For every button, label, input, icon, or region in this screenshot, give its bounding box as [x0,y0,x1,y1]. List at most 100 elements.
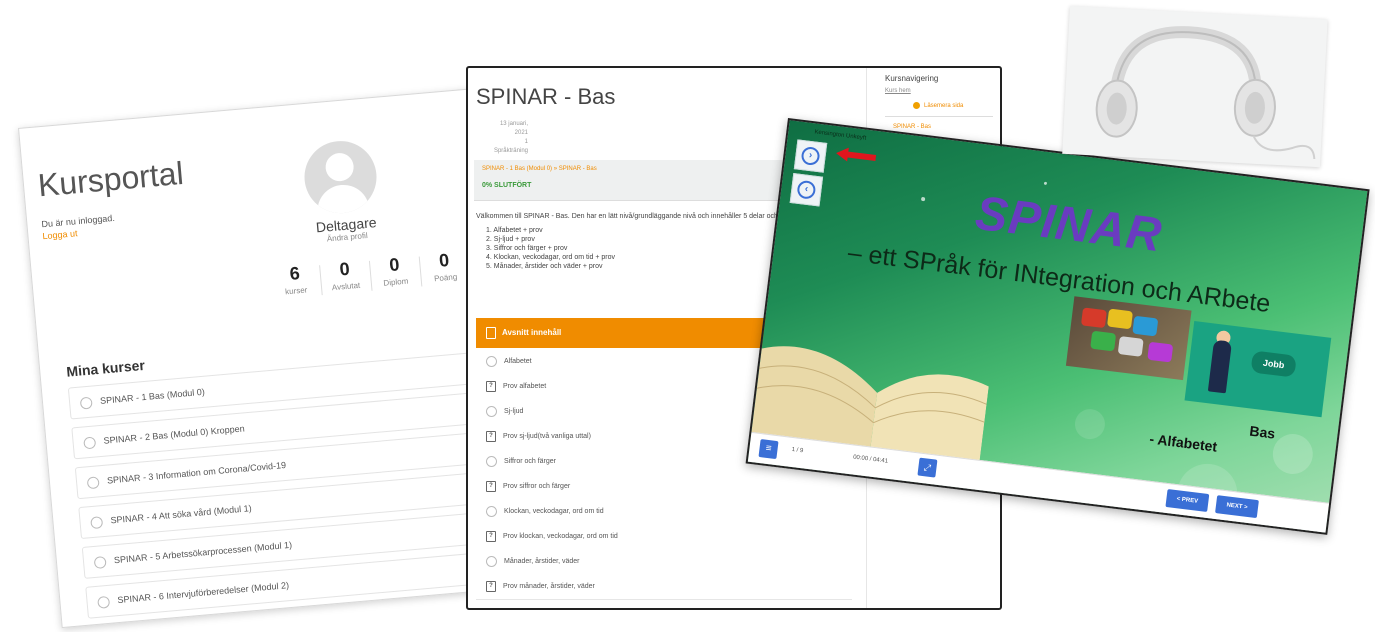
back-nav-button[interactable]: ‹ [789,173,824,207]
chevron-left-icon: ‹ [796,179,817,200]
continue-link[interactable]: Läsemera sida [913,102,963,109]
prev-button[interactable]: < PREV [1165,489,1210,513]
progress-label: 0% SLUTFÖRT [482,182,532,189]
logged-in-text: Du är nu inloggad. [41,212,116,230]
my-courses-heading: Mina kurser [65,356,146,380]
slide-small-title: Kensington Unkeyft [814,129,867,142]
avatar-head-shape [324,151,355,183]
avatar [301,138,380,217]
lesson-label: Prov klockan, veckodagar, ord om tid [503,533,618,540]
headphones-photo [1062,6,1328,168]
meta-count: 1 [524,139,528,145]
sparkle [920,196,926,202]
lesson-label: Klockan, veckodagar, ord om tid [504,508,604,515]
course-meta: 13 januari, 2021 1 Språkträning [476,120,528,156]
fullscreen-icon[interactable]: ⤢ [917,457,938,478]
course-status-icon [90,515,104,529]
course-label: SPINAR - 3 Information om Corona/Covid-1… [106,459,287,486]
stat-label: Diplom [383,276,409,288]
lesson-status-icon [486,355,497,367]
lesson-status-icon [486,555,497,567]
puzzle-piece [1106,308,1133,330]
lesson-label: Prov sj-ljud(två vanliga uttal) [503,433,591,440]
lesson-label: Månader, årstider, väder [504,558,580,565]
lesson-label: Siffror och färger [504,458,557,465]
chevron-right-icon: › [800,145,821,167]
job-label: Jobb [1250,350,1297,378]
page-indicator: 1 / 9 [791,446,804,455]
check-icon [913,102,920,109]
quiz-icon: ? [486,530,496,542]
bokeh [1073,407,1107,441]
sparkle [1043,181,1048,186]
lesson-label: Prov månader, årstider, väder [503,583,595,590]
course-label: SPINAR - 4 Att söka vård (Modul 1) [110,503,253,526]
menu-icon[interactable]: ≡ [758,439,779,460]
headphones-icon [1095,26,1316,160]
course-title: SPINAR - Bas [476,84,616,109]
quiz-item[interactable]: ? Prov månader, årstider, väder [476,574,852,600]
meta-category: Språkträning [493,148,528,154]
course-status-icon [86,475,100,489]
course-label: SPINAR - 2 Bas (Modul 0) Kroppen [103,423,246,446]
presentation-slide: Kensington Unkeyft › ‹ SPINAR – ett SPrå… [745,118,1370,535]
sidebar-heading: Kursnavigering [885,74,939,83]
current-lesson-link[interactable]: SPINAR - Bas [893,124,931,130]
stat-points: 0 Poäng [421,248,468,284]
stat-value: 6 [288,263,301,284]
course-status-icon [93,555,107,569]
puzzle-piece [1080,307,1107,329]
course-home-link[interactable]: Kurs hem [885,88,911,94]
stat-completed: 0 Avslutat [322,257,369,293]
kursportal-panel: Kursportal Du är nu inloggad. Logga ut D… [18,86,532,629]
quiz-icon: ? [486,380,496,392]
puzzle-piece [1090,330,1117,352]
stat-label: Poäng [433,272,458,284]
lesson-status-icon [486,455,497,467]
sidebar-divider [885,116,993,117]
course-label: SPINAR - 1 Bas (Modul 0) [99,386,206,406]
lesson-status-icon [486,405,497,417]
document-icon [486,326,496,339]
stat-value: 0 [438,249,451,271]
lesson-label: Prov alfabetet [503,383,547,390]
meta-date: 13 januari, [499,121,528,127]
job-image: Jobb [1184,321,1332,418]
page-title: Kursportal [36,154,185,204]
time-indicator: 00:00 / 04:41 [852,454,889,465]
stat-value: 0 [338,258,351,280]
section-label: Avsnitt innehåll [502,328,562,337]
breadcrumb[interactable]: SPINAR - 1 Bas (Modul 0) » SPINAR - Bas [482,166,597,172]
lesson-label: Prov siffror och färger [503,483,571,490]
course-status-icon [83,436,97,450]
course-label: SPINAR - 6 Intervjuförberedelser (Modul … [117,580,290,606]
stat-courses: 6 kurser [272,262,319,298]
quiz-icon: ? [486,430,496,442]
puzzle-piece [1117,336,1144,357]
stat-diplomas: 0 Diplom [372,253,419,289]
quiz-icon: ? [486,480,496,492]
puzzle-image [1065,296,1192,381]
quiz-icon: ? [486,580,496,592]
course-status-icon [97,595,111,609]
stat-value: 0 [388,254,401,276]
stat-label: Avslutat [331,280,361,293]
quiz-item[interactable]: ? Prov klockan, veckodagar, ord om tid [476,524,852,550]
lesson-item[interactable]: Månader, årstider, väder [476,549,852,575]
logout-link[interactable]: Logga ut [42,228,78,241]
meta-year: 2021 [514,130,528,136]
forward-nav-button[interactable]: › [793,139,828,173]
stat-label: kurser [284,285,308,297]
lesson-label: Sj-ljud [504,408,524,415]
course-status-icon [79,396,93,410]
slide-title: SPINAR [972,186,1166,263]
lesson-status-icon [486,505,497,517]
quiz-item[interactable]: ? Prov siffror och färger [476,474,852,500]
next-button[interactable]: NEXT > [1215,495,1259,519]
continue-label: Läsemera sida [924,103,964,110]
slide-topic-label: - Alfabetet [1148,430,1219,455]
course-label: SPINAR - 5 Arbetssökarprocessen (Modul 1… [113,539,293,566]
lesson-label: Alfabetet [504,358,532,365]
bokeh [1270,431,1316,477]
lesson-item[interactable]: Klockan, veckodagar, ord om tid [476,499,852,525]
